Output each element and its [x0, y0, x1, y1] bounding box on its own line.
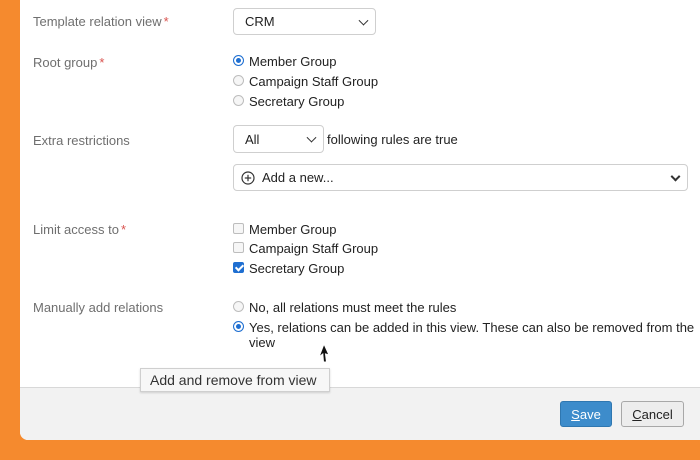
add-rule-placeholder: Add a new... — [262, 170, 334, 185]
radio-icon[interactable] — [233, 95, 244, 106]
limit-access-option-secretary[interactable]: Secretary Group — [233, 261, 344, 276]
radio-icon[interactable] — [233, 75, 244, 86]
chevron-down-icon — [670, 171, 681, 182]
extra-restrictions-label-text: Extra restrictions — [33, 133, 130, 148]
manual-relations-option-yes[interactable]: Yes, relations can be added in this view… — [233, 320, 694, 350]
mouse-pointer-icon — [317, 343, 330, 363]
tooltip: Add and remove from view — [140, 368, 330, 392]
template-relation-view-value: CRM — [245, 14, 275, 29]
root-group-option-label: Campaign Staff Group — [249, 74, 379, 89]
restriction-mode-select[interactable]: All — [233, 125, 324, 153]
root-group-label: Root group * — [33, 55, 104, 70]
radio-icon[interactable] — [233, 301, 244, 312]
tooltip-text: Add and remove from view — [150, 372, 317, 388]
manual-relations-label-text: Manually add relations — [33, 300, 164, 315]
manual-relations-label: Manually add relations — [33, 300, 163, 315]
cancel-button[interactable]: Cancel — [621, 401, 684, 427]
plus-circle-icon — [241, 170, 255, 185]
limit-access-option-member[interactable]: Member Group — [233, 222, 336, 237]
add-rule-select[interactable]: Add a new... — [233, 164, 688, 191]
limit-access-label: Limit access to * — [33, 222, 126, 237]
template-relation-view-select[interactable]: CRM — [233, 8, 376, 35]
root-group-option-member[interactable]: Member Group — [233, 54, 336, 69]
limit-access-option-campaign-staff[interactable]: Campaign Staff Group — [233, 241, 378, 256]
save-button-label: ave — [579, 406, 601, 422]
required-asterisk: * — [163, 14, 169, 29]
cancel-button-accesskey: C — [632, 406, 642, 422]
cancel-button-label: ancel — [641, 406, 673, 422]
root-group-option-label: Member Group — [249, 54, 337, 69]
restriction-mode-suffix: following rules are true — [327, 132, 458, 147]
template-relation-view-label-text: Template relation view — [33, 14, 162, 29]
checkbox-checked-icon[interactable] — [233, 262, 244, 273]
manual-relations-yes-line2: view — [249, 335, 276, 350]
restriction-mode-value: All — [245, 131, 260, 147]
root-group-option-campaign-staff[interactable]: Campaign Staff Group — [233, 74, 378, 89]
chevron-down-icon — [306, 132, 317, 143]
save-button[interactable]: Save — [560, 401, 612, 427]
relation-view-form-panel: Template relation view * CRM Root group * … — [20, 0, 700, 440]
required-asterisk: * — [120, 222, 127, 237]
limit-access-label-text: Limit access to — [33, 222, 119, 237]
checkbox-icon[interactable] — [233, 223, 244, 234]
limit-access-option-label: Member Group — [249, 222, 337, 237]
form-footer: Save Cancel — [20, 387, 700, 440]
save-button-accesskey: S — [571, 406, 580, 422]
root-group-label-text: Root group — [33, 55, 98, 70]
root-group-option-label: Secretary Group — [249, 94, 345, 109]
manual-relations-option-label: No, all relations must meet the rules — [249, 300, 457, 315]
root-group-option-secretary[interactable]: Secretary Group — [233, 94, 344, 109]
manual-relations-option-no[interactable]: No, all relations must meet the rules — [233, 300, 456, 315]
radio-selected-icon[interactable] — [233, 321, 244, 332]
radio-selected-icon[interactable] — [233, 55, 244, 66]
checkbox-icon[interactable] — [233, 242, 244, 253]
extra-restrictions-label: Extra restrictions — [33, 133, 130, 148]
chevron-down-icon — [358, 15, 369, 26]
manual-relations-yes-line1: Yes, relations can be added in this view… — [249, 320, 695, 335]
required-asterisk: * — [99, 55, 105, 70]
limit-access-option-label: Campaign Staff Group — [249, 241, 379, 256]
template-relation-view-label: Template relation view * — [33, 14, 169, 29]
limit-access-option-label: Secretary Group — [249, 261, 345, 276]
